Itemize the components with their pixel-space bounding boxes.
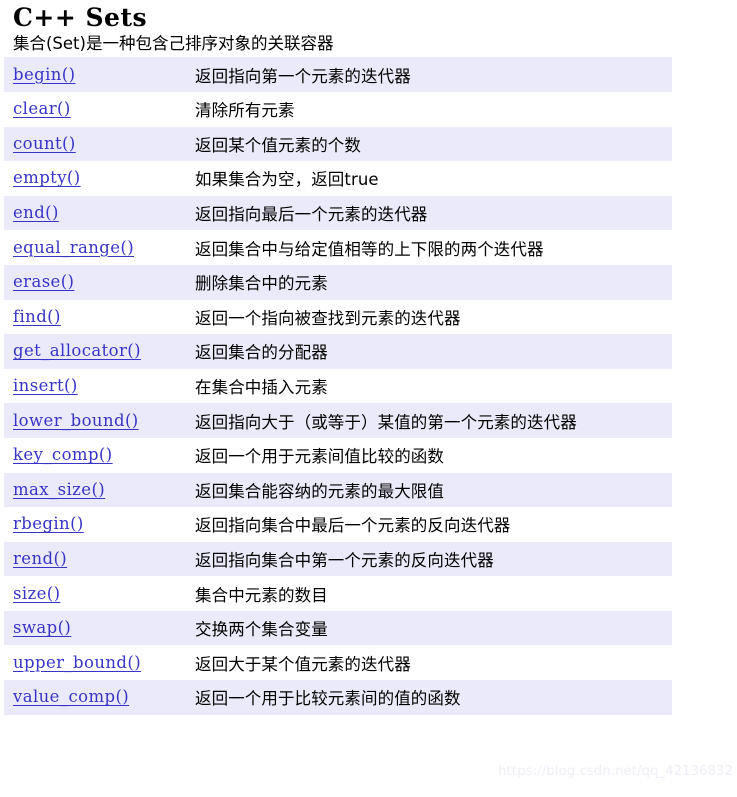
member-function-link[interactable]: equal_range() — [13, 238, 134, 257]
table-row: equal_range() 返回集合中与给定值相等的上下限的两个迭代器 — [4, 230, 672, 265]
member-function-link[interactable]: find() — [13, 307, 61, 326]
member-description-cell: 返回大于某个值元素的迭代器 — [195, 654, 411, 674]
member-function-link[interactable]: value_comp() — [13, 687, 129, 706]
member-function-link[interactable]: get_allocator() — [13, 341, 141, 360]
set-members-table: begin() 返回指向第一个元素的迭代器 clear() 清除所有元素 count()… — [4, 57, 672, 715]
table-row: count() 返回某个值元素的个数 — [4, 126, 672, 162]
member-name-cell: upper_bound() — [4, 645, 195, 680]
member-description-cell: 返回集合的分配器 — [195, 343, 328, 363]
table-row: begin() 返回指向第一个元素的迭代器 — [4, 57, 672, 92]
page-title: C++ Sets — [13, 3, 148, 32]
member-description-cell: 清除所有元素 — [195, 101, 295, 121]
member-description-cell: 集合中元素的数目 — [195, 585, 328, 605]
member-description-cell: 返回指向大于（或等于）某值的第一个元素的迭代器 — [195, 412, 577, 432]
member-name-cell: rbegin() — [4, 507, 195, 542]
table-row: max_size() 返回集合能容纳的元素的最大限值 — [4, 472, 672, 508]
table-row: find() 返回一个指向被查找到元素的迭代器 — [4, 299, 672, 335]
member-description-cell: 如果集合为空，返回true — [195, 170, 379, 190]
member-name-cell: swap() — [4, 611, 195, 646]
watermark-url: https://blog.csdn.net/qq_42136832 — [498, 764, 733, 779]
table-row: empty() 如果集合为空，返回true — [4, 161, 672, 196]
cpp-sets-reference-page: C++ Sets 集合(Set)是一种包含己排序对象的关联容器 begin() 返… — [0, 0, 737, 797]
table-row: end() 返回指向最后一个元素的迭代器 — [4, 195, 672, 231]
member-function-link[interactable]: begin() — [13, 65, 75, 84]
member-name-cell: max_size() — [4, 473, 195, 508]
member-name-cell: count() — [4, 127, 195, 162]
table-row: get_allocator() 返回集合的分配器 — [4, 334, 672, 369]
table-row: size() 集合中元素的数目 — [4, 576, 672, 611]
table-row: lower_bound() 返回指向大于（或等于）某值的第一个元素的迭代器 — [4, 403, 672, 438]
member-name-cell: find() — [4, 300, 195, 335]
member-name-cell: clear() — [4, 92, 195, 127]
table-row: swap() 交换两个集合变量 — [4, 610, 672, 646]
member-function-link[interactable]: erase() — [13, 272, 74, 291]
table-row: value_comp() 返回一个用于比较元素间的值的函数 — [4, 680, 672, 715]
member-function-link[interactable]: empty() — [13, 168, 81, 187]
table-body: begin() 返回指向第一个元素的迭代器 clear() 清除所有元素 count()… — [4, 57, 672, 715]
member-description-cell: 返回指向第一个元素的迭代器 — [195, 66, 411, 86]
member-function-link[interactable]: size() — [13, 584, 60, 603]
table-row: clear() 清除所有元素 — [4, 91, 672, 127]
member-function-link[interactable]: rend() — [13, 549, 67, 568]
member-function-link[interactable]: count() — [13, 134, 76, 153]
member-description-cell: 返回一个用于元素间值比较的函数 — [195, 447, 444, 467]
member-name-cell: begin() — [4, 57, 195, 92]
member-function-link[interactable]: rbegin() — [13, 514, 84, 533]
member-function-link[interactable]: insert() — [13, 376, 78, 395]
member-function-link[interactable]: max_size() — [13, 480, 105, 499]
member-description-cell: 返回一个用于比较元素间的值的函数 — [195, 689, 461, 709]
member-function-link[interactable]: swap() — [13, 618, 71, 637]
member-description-cell: 返回集合中与给定值相等的上下限的两个迭代器 — [195, 239, 544, 259]
table-row: rend() 返回指向集合中第一个元素的反向迭代器 — [4, 541, 672, 577]
member-name-cell: end() — [4, 196, 195, 231]
member-description-cell: 返回指向集合中最后一个元素的反向迭代器 — [195, 516, 511, 536]
member-function-link[interactable]: end() — [13, 203, 59, 222]
member-function-link[interactable]: key_comp() — [13, 445, 113, 464]
member-name-cell: get_allocator() — [4, 334, 195, 369]
member-name-cell: erase() — [4, 265, 195, 300]
member-description-cell: 在集合中插入元素 — [195, 378, 328, 398]
table-row: upper_bound() 返回大于某个值元素的迭代器 — [4, 645, 672, 681]
member-name-cell: equal_range() — [4, 230, 195, 265]
member-description-cell: 交换两个集合变量 — [195, 620, 328, 640]
member-description-cell: 删除集合中的元素 — [195, 274, 328, 294]
member-name-cell: size() — [4, 576, 195, 611]
table-row: rbegin() 返回指向集合中最后一个元素的反向迭代器 — [4, 507, 672, 542]
member-name-cell: rend() — [4, 542, 195, 577]
member-description-cell: 返回指向最后一个元素的迭代器 — [195, 205, 428, 225]
member-name-cell: empty() — [4, 161, 195, 196]
page-subtitle: 集合(Set)是一种包含己排序对象的关联容器 — [13, 33, 334, 53]
member-function-link[interactable]: lower_bound() — [13, 411, 139, 430]
member-description-cell: 返回指向集合中第一个元素的反向迭代器 — [195, 550, 494, 570]
table-row: key_comp() 返回一个用于元素间值比较的函数 — [4, 437, 672, 473]
table-row: erase() 删除集合中的元素 — [4, 264, 672, 300]
member-name-cell: lower_bound() — [4, 403, 195, 438]
member-function-link[interactable]: clear() — [13, 99, 71, 118]
member-name-cell: insert() — [4, 369, 195, 404]
member-name-cell: key_comp() — [4, 438, 195, 473]
member-description-cell: 返回一个指向被查找到元素的迭代器 — [195, 308, 461, 328]
member-description-cell: 返回集合能容纳的元素的最大限值 — [195, 481, 444, 501]
member-name-cell: value_comp() — [4, 680, 195, 715]
table-row: insert() 在集合中插入元素 — [4, 368, 672, 404]
member-description-cell: 返回某个值元素的个数 — [195, 135, 361, 155]
member-function-link[interactable]: upper_bound() — [13, 653, 141, 672]
